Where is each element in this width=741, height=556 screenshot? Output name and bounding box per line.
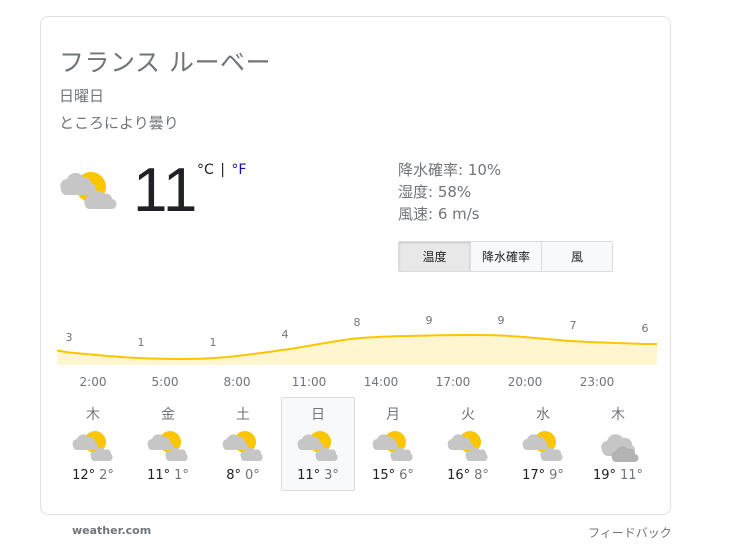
location-title: フランス ルーベー xyxy=(59,48,271,77)
feedback-link[interactable]: フィードバック xyxy=(588,524,672,541)
time-label: 11:00 xyxy=(291,375,327,389)
unit-separator: | xyxy=(220,162,225,178)
forecast-day[interactable]: 火 16° 8° xyxy=(431,397,505,491)
forecast-low: 0° xyxy=(245,468,260,483)
current-temperature: 11 xyxy=(133,156,198,225)
unit-switcher: °C | °F xyxy=(197,162,246,178)
tab-wind[interactable]: 風 xyxy=(541,242,612,271)
forecast-day[interactable]: 木 19° 11° xyxy=(581,397,655,491)
time-label: 23:00 xyxy=(579,375,615,389)
forecast-low: 6° xyxy=(399,468,414,483)
chart-area xyxy=(57,334,657,365)
chart-value-label: 4 xyxy=(281,327,289,341)
time-label: 5:00 xyxy=(151,375,179,389)
chart-tabs: 温度 降水確率 風 xyxy=(398,241,613,272)
celsius-unit[interactable]: °C xyxy=(197,162,214,178)
forecast-temps: 12° 2° xyxy=(57,468,129,483)
chart-value-label: 1 xyxy=(137,336,145,350)
forecast-day-name: 土 xyxy=(236,407,250,423)
time-label: 20:00 xyxy=(507,375,543,389)
chart-value-label: 7 xyxy=(569,319,577,333)
forecast-low: 3° xyxy=(324,468,339,483)
precipitation-text: 降水確率: 10% xyxy=(398,161,502,179)
forecast-day[interactable]: 日 11° 3° xyxy=(281,397,355,491)
forecast-temps: 19° 11° xyxy=(582,468,654,483)
forecast-day-name: 水 xyxy=(536,407,550,423)
forecast-high: 16° xyxy=(447,468,471,483)
time-label: 14:00 xyxy=(363,375,399,389)
forecast-day-name: 金 xyxy=(161,407,175,423)
partly-cloudy-icon xyxy=(222,431,263,461)
forecast-low: 11° xyxy=(620,468,644,483)
humidity-text: 湿度: 58% xyxy=(398,183,472,201)
forecast-day[interactable]: 水 17° 9° xyxy=(506,397,580,491)
weather-card: フランス ルーベー 日曜日 ところにより曇り 11 °C | °F 降水確率: … xyxy=(40,16,671,515)
partly-cloudy-icon xyxy=(372,431,413,461)
forecast-temps: 15° 6° xyxy=(357,468,429,483)
weather-condition: ところにより曇り xyxy=(59,114,179,132)
source-link[interactable]: weather.com xyxy=(72,524,151,537)
forecast-day-name: 日 xyxy=(311,407,325,423)
time-label: 8:00 xyxy=(223,375,251,389)
chart-value-label: 1 xyxy=(209,336,217,350)
forecast-temps: 11° 3° xyxy=(282,468,354,483)
partly-cloudy-icon xyxy=(522,431,563,461)
weather-details: 降水確率: 10% 湿度: 58% 風速: 6 m/s xyxy=(398,159,501,225)
partly-cloudy-icon xyxy=(72,431,113,461)
forecast-temps: 8° 0° xyxy=(207,468,279,483)
chart-value-label: 9 xyxy=(425,313,433,327)
forecast-temps: 17° 9° xyxy=(507,468,579,483)
forecast-high: 12° xyxy=(72,468,96,483)
forecast-day-name: 月 xyxy=(386,407,400,423)
wind-text: 風速: 6 m/s xyxy=(398,205,480,223)
chart-time-axis: 2:00 5:00 8:00 11:00 14:00 17:00 20:00 23:00 xyxy=(57,375,657,393)
forecast-low: 8° xyxy=(474,468,489,483)
forecast-day[interactable]: 月 15° 6° xyxy=(356,397,430,491)
daily-forecast: 木 12° 2° 金 11° 1° 土 8° 0° 日 11° 3° 月 15° 6° 火 16° 8° 水 17° 9… xyxy=(57,397,657,491)
forecast-low: 9° xyxy=(549,468,564,483)
current-day: 日曜日 xyxy=(59,87,105,105)
forecast-day[interactable]: 木 12° 2° xyxy=(56,397,130,491)
forecast-low: 2° xyxy=(99,468,114,483)
forecast-day[interactable]: 土 8° 0° xyxy=(206,397,280,491)
fahrenheit-unit[interactable]: °F xyxy=(231,162,246,178)
partly-cloudy-icon xyxy=(297,431,338,461)
forecast-low: 1° xyxy=(174,468,189,483)
forecast-high: 19° xyxy=(592,468,616,483)
forecast-high: 11° xyxy=(297,468,321,483)
forecast-day[interactable]: 金 11° 1° xyxy=(131,397,205,491)
tab-temperature[interactable]: 温度 xyxy=(399,242,470,271)
chart-value-label: 8 xyxy=(353,316,361,330)
forecast-temps: 16° 8° xyxy=(432,468,504,483)
forecast-high: 8° xyxy=(226,468,241,483)
tab-precipitation[interactable]: 降水確率 xyxy=(470,242,541,271)
time-label: 2:00 xyxy=(79,375,107,389)
forecast-day-name: 木 xyxy=(611,407,625,423)
forecast-day-name: 火 xyxy=(461,407,475,423)
temperature-chart: 3 1 1 4 8 9 9 7 6 xyxy=(56,313,657,365)
partly-cloudy-icon xyxy=(60,172,117,210)
forecast-high: 11° xyxy=(147,468,171,483)
forecast-day-name: 木 xyxy=(86,407,100,423)
chart-value-label: 9 xyxy=(497,313,505,327)
time-label: 17:00 xyxy=(435,375,471,389)
cloudy-icon xyxy=(601,434,639,462)
forecast-high: 15° xyxy=(372,468,396,483)
partly-cloudy-icon xyxy=(447,431,488,461)
forecast-high: 17° xyxy=(522,468,546,483)
forecast-temps: 11° 1° xyxy=(132,468,204,483)
partly-cloudy-icon xyxy=(147,431,188,461)
chart-value-label: 3 xyxy=(65,330,73,344)
chart-value-label: 6 xyxy=(641,322,649,335)
